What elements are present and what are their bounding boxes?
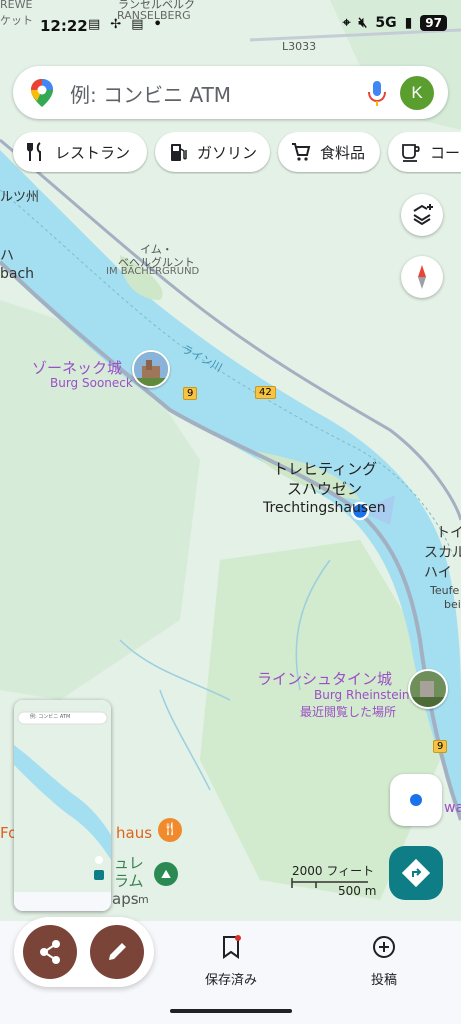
scale-meters: 500 m <box>338 884 377 898</box>
chip-grocery[interactable]: 食料品 <box>278 132 380 172</box>
my-location-button[interactable] <box>390 774 442 826</box>
map-label-right1: トイ <box>436 525 461 541</box>
location-status-icon: ⌖ <box>342 15 351 31</box>
status-time: 12:22 <box>40 17 88 35</box>
map-label-right5: bei <box>444 598 461 611</box>
road-shield-9: 9 <box>183 387 198 400</box>
account-avatar[interactable]: K <box>400 76 434 110</box>
road-shield-42: 42 <box>255 386 276 399</box>
castle-photo-icon <box>134 352 168 386</box>
mic-icon[interactable] <box>366 79 388 107</box>
restaurant-icon <box>27 142 41 161</box>
restaurant-pin-icon[interactable]: 🍴︎ <box>158 818 182 842</box>
chip-gas[interactable]: ガソリン <box>155 132 270 172</box>
chip-label: レストラン <box>55 143 131 162</box>
map-label-rewe: REWE <box>0 0 33 11</box>
poi-sooneck-ja[interactable]: ゾーネック城 <box>32 357 122 378</box>
poi-edge-wa[interactable]: wa <box>444 800 461 816</box>
chip-restaurant[interactable]: レストラン <box>13 132 147 172</box>
edit-button[interactable] <box>90 925 144 979</box>
chip-label: ガソリン <box>197 143 258 162</box>
status-system-icons: ⌖ 🔇︎ 5G ▮ 97 <box>343 15 447 31</box>
poi-rheinstein-ja[interactable]: ラインシュタイン城 <box>257 668 392 689</box>
compass-button[interactable] <box>401 256 443 298</box>
signal-icon: ▮ <box>404 15 413 31</box>
nav-contribute-label: 投稿 <box>370 973 397 988</box>
share-icon <box>40 940 60 964</box>
poi-rheinstein[interactable]: Burg Rheinstein <box>314 688 410 702</box>
map-label-bachergrund: IM BÄCHERGRUND <box>106 266 200 277</box>
layers-icon <box>413 204 433 226</box>
cart-icon <box>292 143 311 161</box>
search-placeholder: 例: コンビニ ATM <box>70 83 232 107</box>
category-chips: レストラン ガソリン 食料品 コーヒ <box>0 132 461 174</box>
poi-sooneck[interactable]: Burg Sooneck <box>50 376 133 390</box>
chip-coffee[interactable]: コーヒ <box>388 132 461 172</box>
screenshot-preview-image <box>14 700 111 911</box>
map-label-edge2: ハ <box>0 248 14 264</box>
road-shield-9b: 9 <box>433 740 448 753</box>
bookmark-icon <box>223 935 241 959</box>
map-label-edge3: bach <box>0 266 35 282</box>
gesture-handle <box>170 1009 292 1013</box>
map-label-rewe-sub: ケット <box>0 14 33 27</box>
poi-forsthaus-right[interactable]: haus <box>116 824 152 842</box>
layers-button[interactable] <box>401 194 443 236</box>
poi-rheinstein-note: 最近閲覧した場所 <box>300 705 397 719</box>
nav-saved-label: 保存済み <box>204 973 257 988</box>
town-label: Trechtingshausen <box>263 500 386 516</box>
map-label-state: ルツ州 <box>0 190 40 205</box>
town-label-ja2: スハウゼン <box>287 480 363 498</box>
gas-station-icon <box>171 144 187 161</box>
castle-photo-icon <box>410 671 446 707</box>
add-circle-icon <box>373 936 395 958</box>
pencil-icon <box>109 943 126 960</box>
map-label-right3: ハイ <box>424 565 452 581</box>
chip-label: 食料品 <box>320 143 366 162</box>
search-bar[interactable]: 例: コンビニ ATM K <box>13 66 448 119</box>
notification-icon: ▤ <box>88 17 101 32</box>
share-button[interactable] <box>23 925 77 979</box>
nav-saved[interactable]: 保存済み <box>191 935 271 988</box>
map-label-right2: スカル <box>424 545 461 561</box>
compass-icon <box>418 265 426 289</box>
town-label-ja1: トレヒティング <box>273 460 378 478</box>
map-watermark: aps <box>112 890 139 908</box>
network-label: 5G <box>375 15 397 31</box>
map-label-road-l3033: L3033 <box>282 40 317 53</box>
poi-sooneck-thumbnail[interactable] <box>132 350 170 388</box>
chip-label: コーヒ <box>430 143 461 162</box>
preview-search-text: 例: コンビニ ATM <box>30 714 71 720</box>
directions-button[interactable] <box>389 846 443 900</box>
map-label-right4: Teufe <box>430 584 460 597</box>
battery-indicator: 97 <box>420 15 447 31</box>
screenshot-preview[interactable]: 例: コンビニ ATM <box>14 700 111 911</box>
poi-rheinstein-thumbnail[interactable] <box>408 669 448 709</box>
map-watermark2: m <box>138 893 149 906</box>
status-bar: 12:22 ▤ ✢ ▤ • ⌖ 🔇︎ 5G ▮ 97 <box>0 0 461 48</box>
nav-contribute[interactable]: 投稿 <box>344 935 424 988</box>
directions-icon <box>401 858 431 888</box>
hiking-pin-icon[interactable]: ⛰︎ <box>154 862 178 886</box>
coffee-icon <box>402 144 420 162</box>
mute-icon: 🔇︎ <box>358 15 368 31</box>
poi-other2[interactable]: ラム <box>114 870 144 891</box>
map-label-ranselberg: RANSELBERG <box>117 9 191 22</box>
my-location-icon <box>410 794 422 806</box>
maps-pin-icon <box>31 79 53 107</box>
